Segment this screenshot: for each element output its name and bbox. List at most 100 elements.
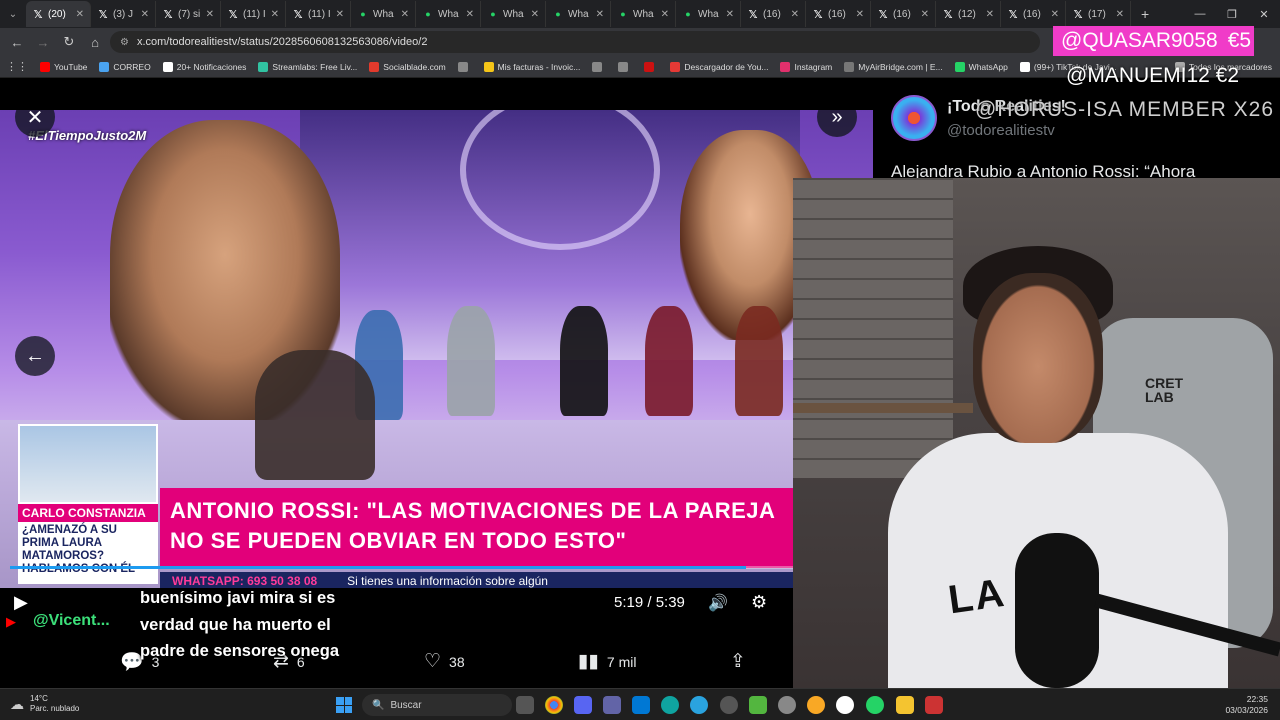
tab-label: (20) — [48, 8, 66, 20]
tab-close-icon[interactable]: ✕ — [726, 9, 734, 20]
app-icon[interactable] — [925, 696, 943, 714]
streamlabs-icon[interactable] — [749, 696, 767, 714]
browser-tab[interactable]: 𝕏 (12) ✕ — [936, 1, 1001, 27]
app-icon[interactable] — [778, 696, 796, 714]
tab-close-icon[interactable]: ✕ — [661, 9, 669, 20]
tab-close-icon[interactable]: ✕ — [791, 9, 799, 20]
settings-gear-icon[interactable]: ⚙ — [751, 592, 767, 613]
new-tab-icon[interactable]: + — [1131, 6, 1159, 22]
home-icon[interactable]: ⌂ — [84, 31, 106, 53]
tab-search-icon[interactable]: ⌄ — [0, 0, 26, 28]
bookmark-item[interactable]: Descargador de You... — [670, 61, 768, 72]
browser-tab[interactable]: 𝕏 (17) ✕ — [1066, 1, 1131, 27]
browser-tab[interactable]: 𝕏 (16) ✕ — [806, 1, 871, 27]
browser-tab[interactable]: 𝕏 (16) ✕ — [741, 1, 806, 27]
views-button[interactable]: ▮▮ 7 mil — [578, 650, 636, 673]
file-explorer-icon[interactable] — [896, 696, 914, 714]
tab-close-icon[interactable]: ✕ — [986, 9, 994, 20]
start-button[interactable] — [336, 697, 352, 713]
tab-close-icon[interactable]: ✕ — [856, 9, 864, 20]
app-icon[interactable] — [836, 696, 854, 714]
address-bar[interactable]: ⚙ x.com/todorealitiestv/status/202856060… — [110, 31, 1040, 53]
tab-close-icon[interactable]: ✕ — [531, 9, 539, 20]
bookmark-label: Socialblade.com — [383, 61, 446, 72]
browser-tab[interactable]: ● Wha ✕ — [546, 1, 611, 27]
tab-close-icon[interactable]: ✕ — [466, 9, 474, 20]
edge-icon[interactable] — [661, 696, 679, 714]
tab-close-icon[interactable]: ✕ — [596, 9, 604, 20]
bookmark-item[interactable]: Instagram — [780, 61, 832, 72]
browser-tab[interactable]: 𝕏 (16) ✕ — [1001, 1, 1066, 27]
bookmark-item[interactable]: CORREO — [99, 61, 151, 72]
bookmark-item[interactable]: MyAirBridge.com | E... — [844, 61, 943, 72]
forward-icon[interactable]: → — [32, 31, 54, 53]
bookmark-label: 20+ Notificaciones — [176, 61, 247, 72]
browser-tab[interactable]: ● Wha ✕ — [676, 1, 741, 27]
streamer-face — [973, 273, 1103, 443]
weather-widget[interactable]: ☁ 14°C Parc. nublado — [10, 694, 79, 714]
bookmark-favicon-icon — [644, 61, 655, 72]
tab-close-icon[interactable]: ✕ — [1116, 9, 1124, 20]
reload-icon[interactable]: ↻ — [58, 31, 80, 53]
bookmark-item[interactable]: 20+ Notificaciones — [162, 61, 247, 72]
tab-close-icon[interactable]: ✕ — [76, 9, 84, 20]
telegram-icon[interactable] — [690, 696, 708, 714]
site-info-icon[interactable]: ⚙ — [120, 37, 129, 48]
tab-close-icon[interactable]: ✕ — [921, 9, 929, 20]
apps-grid-icon[interactable]: ⋮⋮ — [6, 60, 28, 73]
play-icon[interactable]: ▶ — [14, 592, 28, 613]
video-player[interactable]: #ElTiempoJusto2M CARLO CONSTANZIA ¿AMENA… — [0, 110, 873, 588]
tab-close-icon[interactable]: ✕ — [336, 9, 344, 20]
teams-icon[interactable] — [603, 696, 621, 714]
browser-tab[interactable]: ● Wha ✕ — [611, 1, 676, 27]
video-progress-bar[interactable] — [10, 566, 793, 569]
bookmark-item[interactable]: Mis facturas - Invoic... — [483, 61, 580, 72]
avatar[interactable] — [891, 95, 937, 141]
bookmark-favicon-icon — [618, 61, 629, 72]
tab-close-icon[interactable]: ✕ — [271, 9, 279, 20]
discord-icon[interactable] — [574, 696, 592, 714]
tab-close-icon[interactable]: ✕ — [206, 9, 214, 20]
bookmark-item[interactable]: WhatsApp — [954, 61, 1008, 72]
chrome-icon[interactable] — [545, 696, 563, 714]
tab-close-icon[interactable]: ✕ — [1051, 9, 1059, 20]
app-icon[interactable] — [720, 696, 738, 714]
close-window-icon[interactable]: ✕ — [1248, 0, 1280, 28]
browser-tab[interactable]: ● Wha ✕ — [481, 1, 546, 27]
like-button[interactable]: ♡ 38 — [424, 650, 465, 673]
whatsapp-icon[interactable] — [866, 696, 884, 714]
browser-tab[interactable]: 𝕏 (20) ✕ — [26, 1, 91, 27]
app-icon[interactable] — [807, 696, 825, 714]
bookmark-item[interactable] — [644, 61, 658, 72]
system-clock[interactable]: 22:35 03/03/2026 — [1225, 694, 1268, 716]
bookmark-item[interactable]: YouTube — [40, 61, 87, 72]
browser-tab[interactable]: 𝕏 (7) si ✕ — [156, 1, 221, 27]
browser-tab[interactable]: 𝕏 (3) J ✕ — [91, 1, 156, 27]
tab-close-icon[interactable]: ✕ — [401, 9, 409, 20]
share-button[interactable]: ⇪ — [730, 650, 746, 673]
microphone — [1015, 533, 1099, 688]
previous-media-icon[interactable]: ← — [15, 336, 55, 376]
expand-panel-icon[interactable]: » — [817, 110, 857, 137]
bookmark-item[interactable] — [618, 61, 632, 72]
tab-label: (16) — [1023, 8, 1041, 20]
browser-tab[interactable]: 𝕏 (16) ✕ — [871, 1, 936, 27]
task-view-icon[interactable] — [516, 696, 534, 714]
browser-tab[interactable]: 𝕏 (11) I ✕ — [286, 1, 351, 27]
user-handle[interactable]: @todorealitiestv — [947, 122, 1055, 139]
minimize-icon[interactable]: — — [1184, 0, 1216, 28]
bookmark-item[interactable] — [457, 61, 472, 72]
inset-photo — [18, 424, 158, 504]
browser-tab[interactable]: ● Wha ✕ — [351, 1, 416, 27]
browser-tab[interactable]: 𝕏 (11) I ✕ — [221, 1, 286, 27]
back-icon[interactable]: ← — [6, 31, 28, 53]
volume-icon[interactable]: 🔊 — [708, 593, 728, 613]
bookmark-item[interactable]: Socialblade.com — [369, 61, 446, 72]
maximize-icon[interactable]: ❐ — [1216, 0, 1248, 28]
browser-tab[interactable]: ● Wha ✕ — [416, 1, 481, 27]
taskbar-search[interactable]: 🔍 Buscar — [362, 694, 512, 716]
outlook-icon[interactable] — [632, 696, 650, 714]
bookmark-item[interactable]: Streamlabs: Free Liv... — [258, 61, 357, 72]
tab-close-icon[interactable]: ✕ — [141, 9, 149, 20]
bookmark-item[interactable] — [592, 61, 606, 72]
